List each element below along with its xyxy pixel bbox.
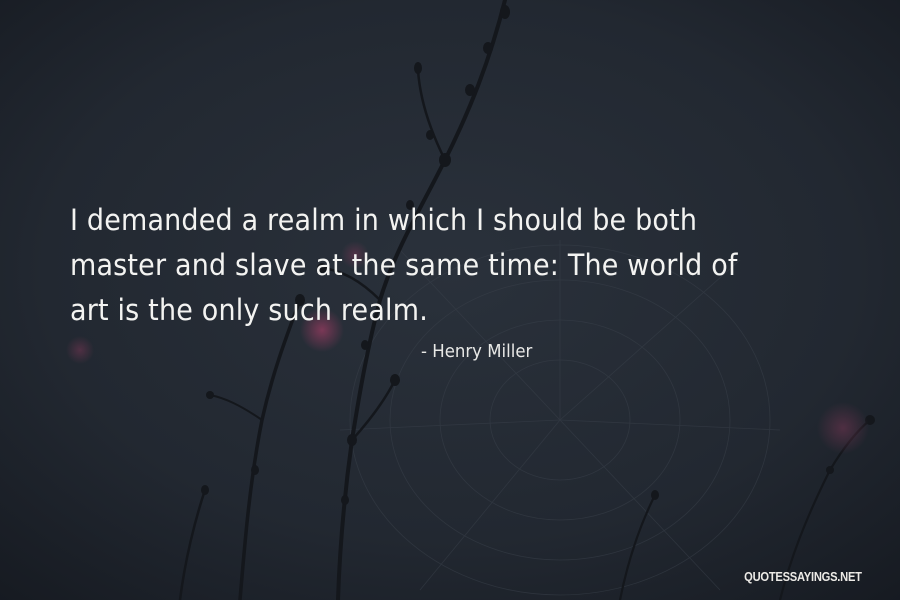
quote-author: - Henry Miller [421,341,533,362]
quote-line: art is the only such realm. [70,293,428,327]
site-watermark: QUOTESSAYINGS.NET [744,569,862,584]
quote-line: I demanded a realm in which I should be … [70,203,698,237]
quote-text: I demanded a realm in which I should be … [70,198,795,333]
quote-line: master and slave at the same time: The w… [70,248,738,282]
